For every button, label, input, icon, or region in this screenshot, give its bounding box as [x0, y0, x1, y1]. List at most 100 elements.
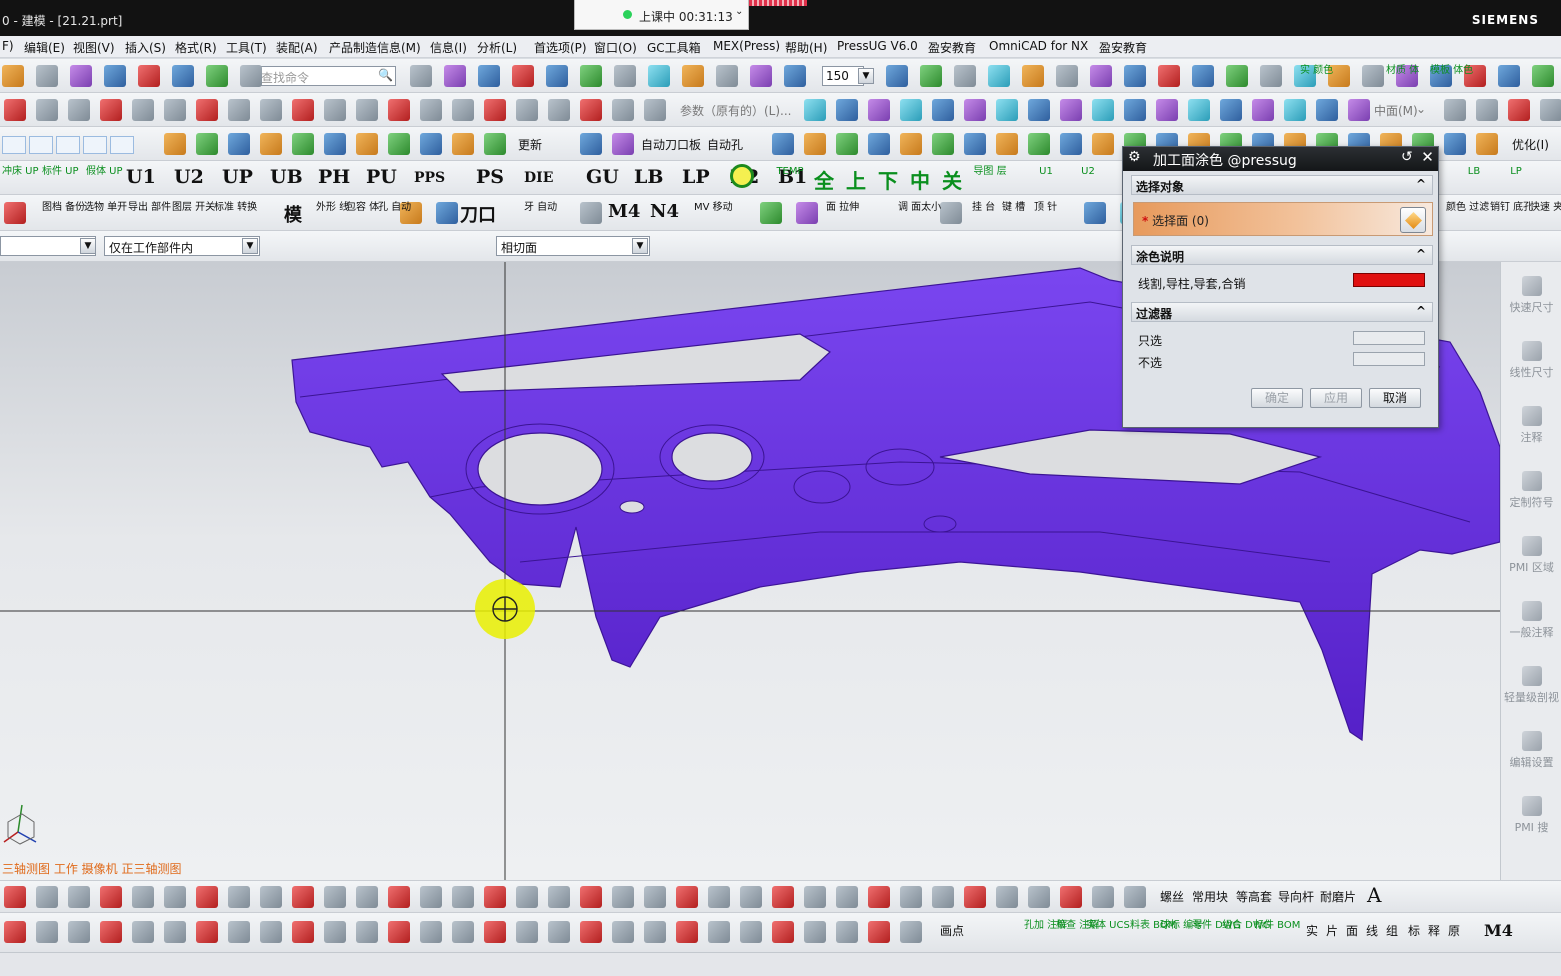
menu-item-18[interactable]: 盈安教育: [1099, 39, 1147, 56]
toolbar-icon[interactable]: [988, 65, 1010, 87]
toolbar5-label[interactable]: 快速 夹板: [1530, 202, 1561, 213]
toolbar-icon[interactable]: [1092, 133, 1114, 155]
toolbar-icon[interactable]: [836, 99, 858, 121]
toolbar-icon[interactable]: [772, 133, 794, 155]
toolbar5-label[interactable]: 图档 备份: [42, 202, 85, 213]
toolbar-icon[interactable]: [1022, 65, 1044, 87]
menu-item-17[interactable]: OmniCAD for NX: [989, 39, 1088, 53]
toolbar-icon[interactable]: [68, 886, 90, 908]
toolbar-layer-die[interactable]: DIE: [524, 170, 553, 186]
toolbar-icon[interactable]: [164, 886, 186, 908]
toolbar-icon[interactable]: [68, 99, 90, 121]
toolbar-layer-ph[interactable]: PH: [318, 166, 350, 188]
toolbar-icon[interactable]: [228, 99, 250, 121]
toolbar-icon[interactable]: [996, 886, 1018, 908]
toolbar4-small-label[interactable]: LP: [1498, 166, 1534, 177]
collapse-icon[interactable]: ^: [1416, 247, 1426, 261]
menu-item-9[interactable]: 分析(L): [477, 39, 517, 56]
toolbar-icon[interactable]: [900, 921, 922, 943]
toolbar-icon[interactable]: [4, 921, 26, 943]
toolbar-layer-cn-3[interactable]: 中: [910, 165, 930, 194]
toolbar4-small-label[interactable]: LB: [1456, 166, 1492, 177]
toolbar-icon[interactable]: [1084, 202, 1106, 224]
bottom1-label[interactable]: 耐磨片: [1320, 888, 1356, 905]
bottom2-label[interactable]: 画点: [940, 922, 964, 939]
toolbar3-label[interactable]: 更新: [518, 136, 542, 153]
pmi-panel-item[interactable]: 线性尺寸: [1501, 341, 1561, 380]
toolbar-icon[interactable]: [356, 921, 378, 943]
toolbar-icon[interactable]: [612, 99, 634, 121]
toolbar-icon[interactable]: [612, 921, 634, 943]
toolbar5-label[interactable]: M4: [608, 201, 640, 222]
toolbar-icon[interactable]: [796, 202, 818, 224]
bottom2-label[interactable]: 标件 BOM: [1254, 920, 1300, 931]
menu-item-15[interactable]: PressUG V6.0: [837, 39, 918, 53]
color-swatch[interactable]: [1353, 273, 1425, 287]
toolbar-layer-ub[interactable]: UB: [270, 166, 303, 188]
search-input[interactable]: 查找命令: [256, 66, 396, 86]
toolbar-icon[interactable]: [1188, 99, 1210, 121]
collapse-icon[interactable]: ^: [1416, 177, 1426, 191]
toolbar-icon[interactable]: [100, 99, 122, 121]
toolbar-icon[interactable]: [900, 99, 922, 121]
toolbar5-label[interactable]: 销钉 底孔: [1490, 202, 1533, 213]
toolbar4-small-label[interactable]: U1: [1028, 166, 1064, 177]
toolbar5-label[interactable]: 顶 针: [1034, 202, 1057, 213]
toolbar-icon[interactable]: [548, 99, 570, 121]
toolbar-icon[interactable]: [324, 886, 346, 908]
toolbar-icon[interactable]: [196, 133, 218, 155]
toolbar-icon[interactable]: [512, 65, 534, 87]
zoom-dropdown[interactable]: ▼: [858, 68, 874, 84]
toolbar-icon[interactable]: [920, 65, 942, 87]
toolbar-icon[interactable]: [292, 921, 314, 943]
pmi-panel-item[interactable]: 快速尺寸: [1501, 276, 1561, 315]
menu-item-1[interactable]: 编辑(E): [24, 39, 65, 56]
toolbar-icon[interactable]: [1476, 133, 1498, 155]
toolbar5-label[interactable]: 键 槽: [1002, 202, 1025, 213]
toolbar-icon[interactable]: [132, 921, 154, 943]
cancel-button[interactable]: 取消: [1369, 388, 1421, 408]
toolbar1-label[interactable]: 实 颜色: [1300, 65, 1333, 76]
menu-item-10[interactable]: 首选项(P): [534, 39, 587, 56]
toolbar-icon[interactable]: [932, 99, 954, 121]
toolbar-icon[interactable]: [132, 99, 154, 121]
toolbar-icon[interactable]: [580, 886, 602, 908]
select-face-row[interactable]: * 选择面 (0): [1133, 202, 1433, 236]
toolbar-icon[interactable]: [1348, 99, 1370, 121]
toolbar5-label[interactable]: 孔 自动: [378, 202, 411, 213]
bottom2-label[interactable]: 实: [1306, 922, 1318, 939]
toolbar-icon[interactable]: [1192, 65, 1214, 87]
toolbar-icon[interactable]: [436, 202, 458, 224]
menu-item-12[interactable]: GC工具箱: [647, 39, 701, 56]
section-filter[interactable]: 过滤器 ^: [1131, 302, 1433, 322]
toolbar-icon[interactable]: [1444, 99, 1466, 121]
section-color-description[interactable]: 涂色说明 ^: [1131, 245, 1433, 265]
toolbar-layer-cn-0[interactable]: 全: [814, 165, 834, 194]
chevron-down-icon[interactable]: ⌄: [735, 6, 743, 17]
toolbar-icon[interactable]: [682, 65, 704, 87]
toolbar-icon[interactable]: [356, 886, 378, 908]
menu-item-11[interactable]: 窗口(O): [594, 39, 637, 56]
pmi-panel-item[interactable]: 一般注释: [1501, 601, 1561, 640]
type-filter-dropdown[interactable]: ▼: [80, 238, 96, 254]
toolbar-layer-u2[interactable]: U2: [174, 166, 204, 188]
toolbar-icon[interactable]: [804, 99, 826, 121]
toolbar-icon[interactable]: [516, 921, 538, 943]
only-select-color[interactable]: [1353, 331, 1425, 345]
toolbar-icon[interactable]: [138, 65, 160, 87]
toolbar1-label[interactable]: 材质 体: [1386, 65, 1419, 76]
toolbar3-label[interactable]: 优化(I): [1512, 136, 1549, 153]
recording-indicator[interactable]: 上课中 00:31:13 ⌄: [574, 0, 749, 30]
bottom2-label[interactable]: 线: [1366, 922, 1378, 939]
toolbar-icon[interactable]: [484, 99, 506, 121]
toolbar-icon[interactable]: [676, 921, 698, 943]
toolbar-icon[interactable]: [260, 133, 282, 155]
bottom1-label[interactable]: 导向杆: [1278, 888, 1314, 905]
toolbar-icon[interactable]: [36, 99, 58, 121]
toolbar-icon[interactable]: [1252, 99, 1274, 121]
toolbar-layer-pps[interactable]: PPS: [414, 170, 445, 186]
toolbar-icon[interactable]: [1156, 99, 1178, 121]
toolbar-icon[interactable]: [644, 886, 666, 908]
toolbar5-label[interactable]: 牙 自动: [524, 202, 557, 213]
toolbar-icon[interactable]: [1092, 99, 1114, 121]
